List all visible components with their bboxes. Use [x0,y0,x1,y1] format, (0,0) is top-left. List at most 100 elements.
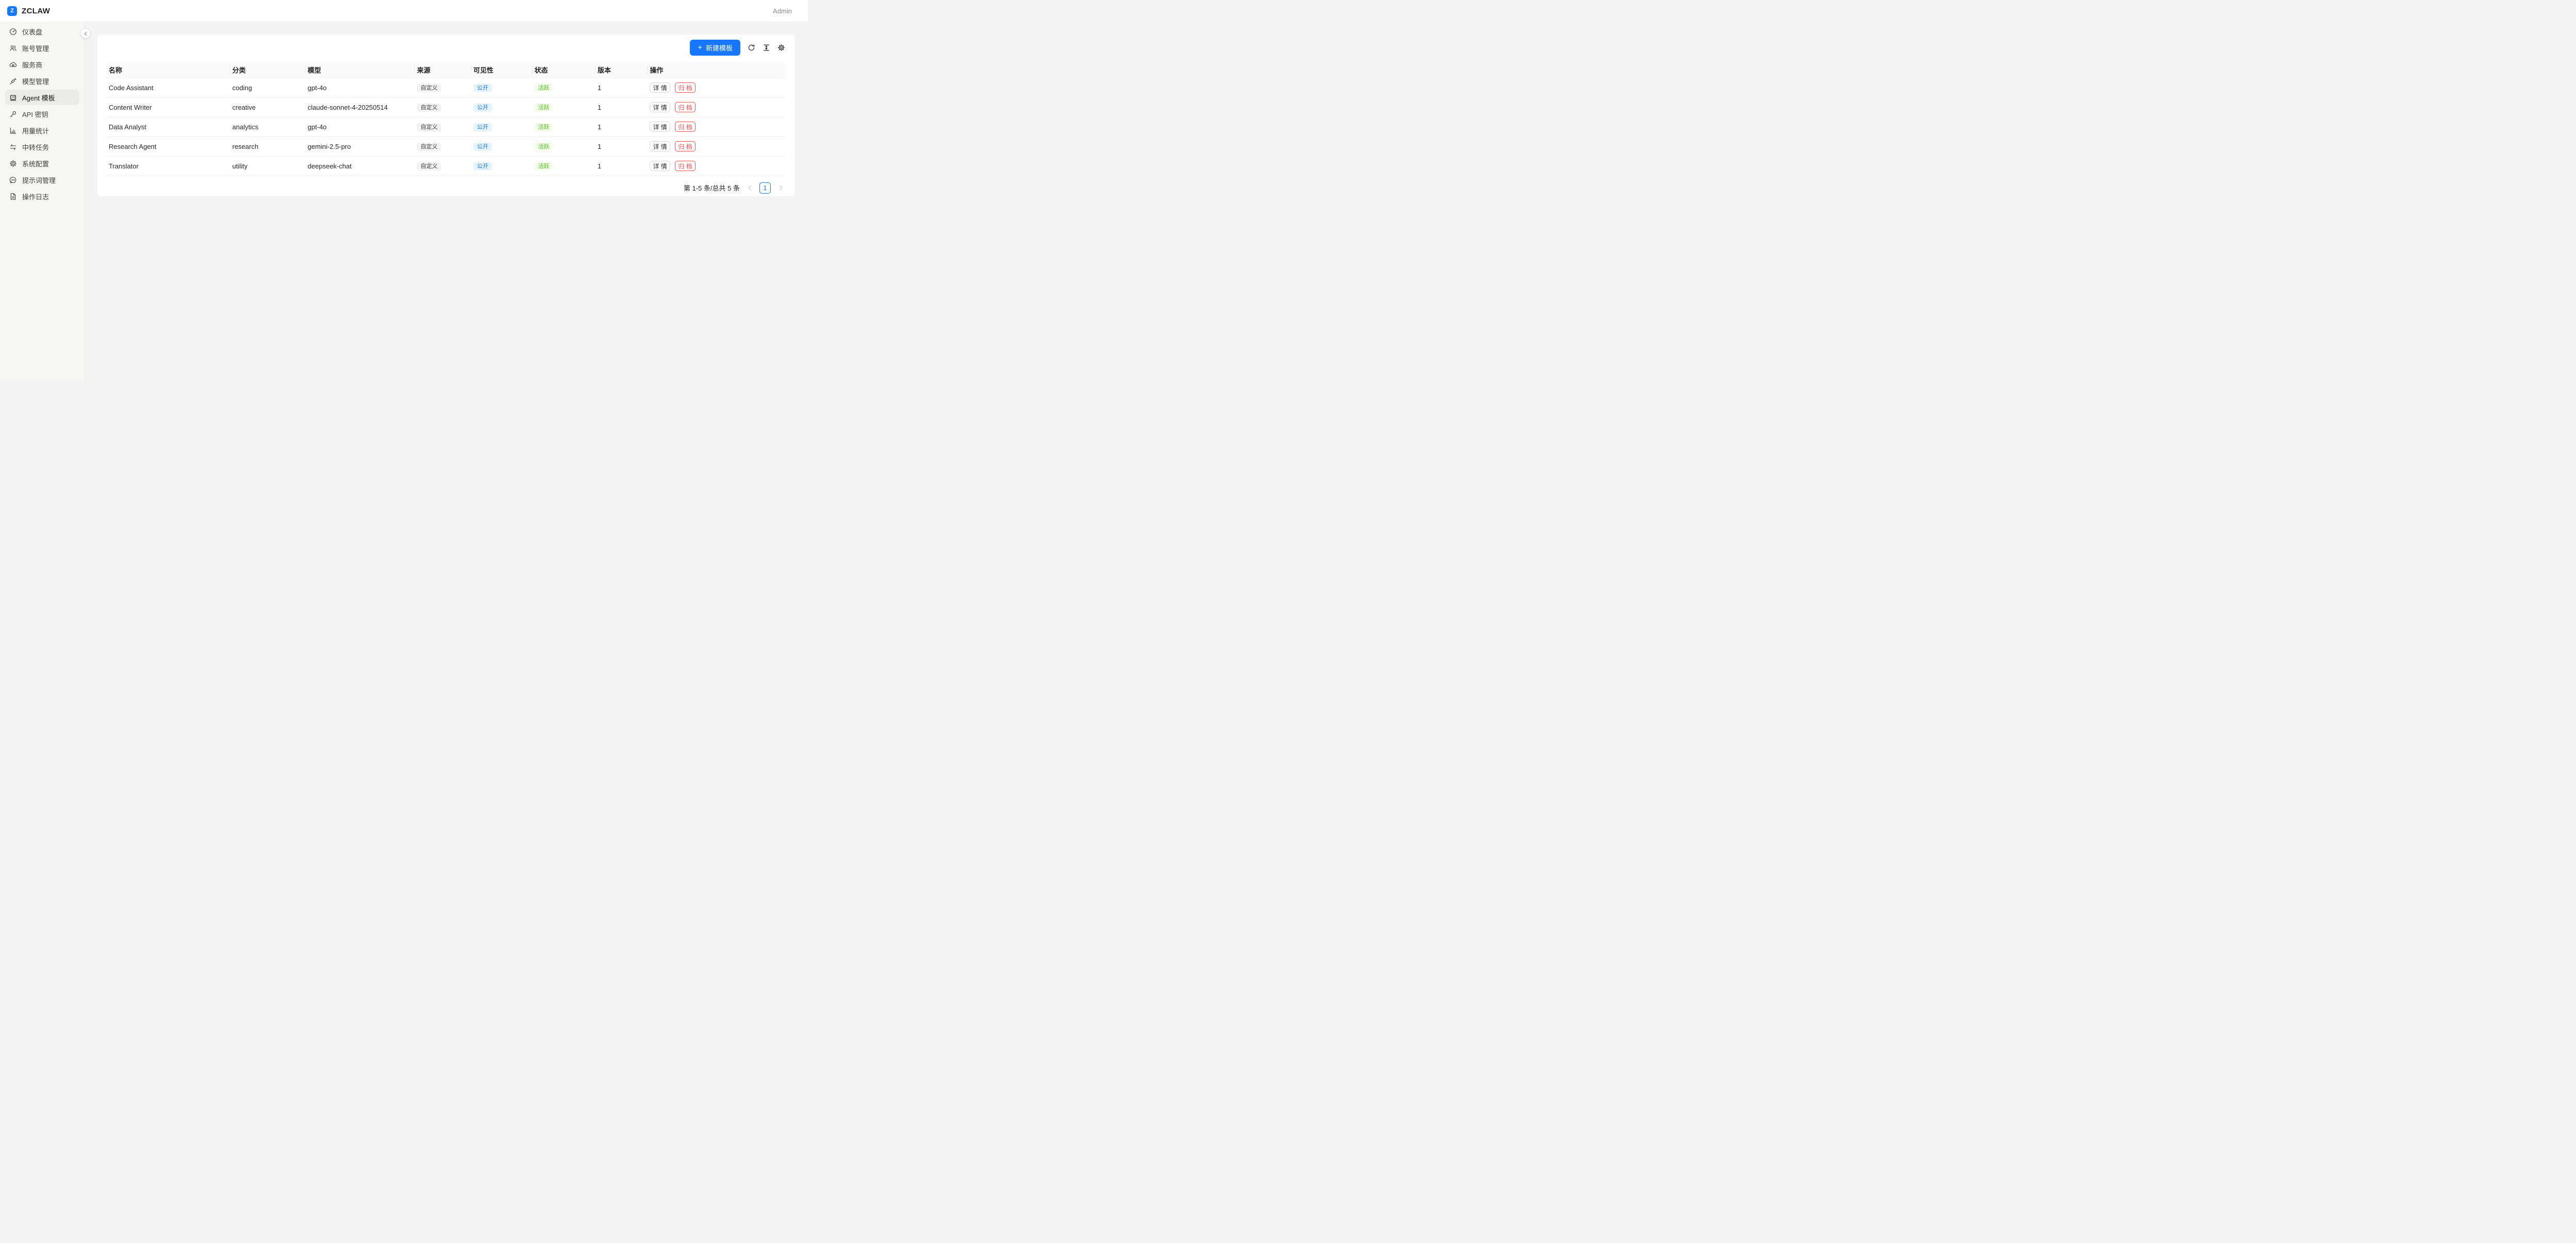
cell-version: 1 [595,156,647,176]
robot-icon [9,94,17,101]
sidebar-item-providers[interactable]: 服务商 [5,57,79,72]
pagination-prev-button[interactable] [745,182,754,194]
sidebar-collapse-button[interactable] [81,29,90,38]
sidebar-item-label: 模型管理 [22,76,49,86]
user-menu[interactable]: Admin [773,7,792,15]
archive-button[interactable]: 归 档 [675,82,695,93]
pagination-page-1[interactable]: 1 [759,182,771,194]
cell-model: gpt-4o [305,78,414,97]
main-content: + 新建模板 [85,22,808,380]
sidebar-item-label: 操作日志 [22,192,49,201]
sidebar-item-label: 账号管理 [22,43,49,53]
cell-model: deepseek-chat [305,156,414,176]
column-header-visibility: 可见性 [471,62,532,78]
source-badge: 自定义 [417,123,441,131]
bar-chart-icon [9,127,17,134]
column-header-version: 版本 [595,62,647,78]
details-button[interactable]: 详 情 [650,161,670,171]
dashboard-icon [9,28,17,36]
status-badge: 活跃 [534,104,553,112]
agent-template-table: 名称 分类 模型 来源 可见性 状态 版本 操作 Code Assistant … [106,62,785,176]
archive-button[interactable]: 归 档 [675,122,695,132]
message-icon [9,176,17,184]
sidebar-item-accounts[interactable]: 账号管理 [5,40,79,56]
table-row: Data Analyst analytics gpt-4o 自定义 公开 活跃 … [106,117,785,137]
cell-category: research [230,137,305,156]
agent-template-card: + 新建模板 [97,35,795,196]
source-badge: 自定义 [417,143,441,151]
cell-version: 1 [595,117,647,137]
chevron-left-icon [83,31,88,36]
sidebar: 仪表盘 账号管理 服务商 模型管理 [0,22,85,380]
pagination-next-button[interactable] [776,182,785,194]
chevron-left-icon [748,185,752,191]
sidebar-item-label: Agent 模板 [22,93,55,103]
visibility-badge: 公开 [473,123,492,131]
sidebar-item-system-config[interactable]: 系统配置 [5,156,79,171]
archive-button[interactable]: 归 档 [675,161,695,171]
visibility-badge: 公开 [473,104,492,112]
column-header-model: 模型 [305,62,414,78]
refresh-icon[interactable] [747,44,755,52]
cell-name: Content Writer [106,97,230,117]
status-badge: 活跃 [534,123,553,131]
sidebar-item-agent-templates[interactable]: Agent 模板 [5,90,79,105]
api-icon [9,77,17,85]
table-row: Code Assistant coding gpt-4o 自定义 公开 活跃 1… [106,78,785,97]
cell-model: gemini-2.5-pro [305,137,414,156]
source-badge: 自定义 [417,104,441,112]
sidebar-item-label: 中转任务 [22,142,49,152]
cell-name: Translator [106,156,230,176]
column-header-status: 状态 [532,62,595,78]
gear-icon [9,160,17,167]
column-header-name: 名称 [106,62,230,78]
details-button[interactable]: 详 情 [650,82,670,93]
settings-icon[interactable] [777,44,785,52]
users-icon [9,44,17,52]
column-height-icon[interactable] [762,44,770,52]
sidebar-item-api-keys[interactable]: API 密钥 [5,106,79,122]
sidebar-item-relay-tasks[interactable]: 中转任务 [5,139,79,155]
details-button[interactable]: 详 情 [650,141,670,151]
sidebar-item-usage-stats[interactable]: 用量统计 [5,123,79,138]
table-row: Translator utility deepseek-chat 自定义 公开 … [106,156,785,176]
cell-model: claude-sonnet-4-20250514 [305,97,414,117]
sidebar-item-prompt-management[interactable]: 提示词管理 [5,172,79,188]
cell-name: Data Analyst [106,117,230,137]
status-badge: 活跃 [534,84,553,92]
details-button[interactable]: 详 情 [650,102,670,112]
sidebar-item-label: 系统配置 [22,159,49,168]
archive-button[interactable]: 归 档 [675,102,695,112]
visibility-badge: 公开 [473,84,492,92]
new-template-button[interactable]: + 新建模板 [690,40,740,56]
file-icon [9,193,17,200]
table-toolbar: + 新建模板 [106,40,785,56]
sidebar-item-models[interactable]: 模型管理 [5,73,79,89]
sidebar-item-label: 提示词管理 [22,175,56,185]
sidebar-item-dashboard[interactable]: 仪表盘 [5,24,79,39]
sidebar-item-label: 仪表盘 [22,27,42,37]
cell-category: coding [230,78,305,97]
new-template-label: 新建模板 [706,43,733,53]
visibility-badge: 公开 [473,143,492,151]
app-header: Z ZCLAW Admin [0,0,808,22]
logo-letter: Z [10,8,14,14]
source-badge: 自定义 [417,84,441,92]
cell-name: Research Agent [106,137,230,156]
column-header-actions: 操作 [647,62,785,78]
sidebar-item-label: 用量统计 [22,126,49,135]
column-header-source: 来源 [414,62,470,78]
pagination: 第 1-5 条/总共 5 条 1 [106,182,785,194]
key-icon [9,110,17,118]
sidebar-item-label: API 密钥 [22,109,48,119]
table-header-row: 名称 分类 模型 来源 可见性 状态 版本 操作 [106,62,785,78]
cell-category: creative [230,97,305,117]
table-row: Content Writer creative claude-sonnet-4-… [106,97,785,117]
cell-category: utility [230,156,305,176]
details-button[interactable]: 详 情 [650,122,670,132]
swap-icon [9,143,17,151]
archive-button[interactable]: 归 档 [675,141,695,151]
app-logo: Z [7,6,17,16]
sidebar-item-operation-logs[interactable]: 操作日志 [5,189,79,204]
table-row: Research Agent research gemini-2.5-pro 自… [106,137,785,156]
